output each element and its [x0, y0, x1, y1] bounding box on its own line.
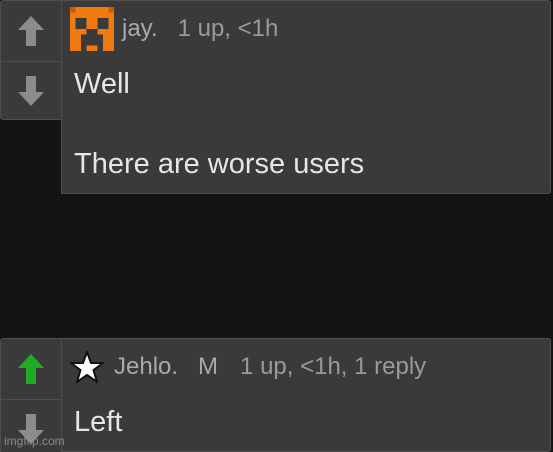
comment-meta: 1 up, <1h — [177, 15, 279, 42]
vote-column — [0, 0, 62, 120]
down-arrow-icon — [18, 76, 44, 106]
orange-creeper-avatar-icon[interactable] — [70, 7, 114, 51]
upvote-button[interactable] — [1, 2, 61, 60]
comment-body: jay. 1 up, <1h Well There are worse user… — [61, 0, 551, 194]
up-arrow-icon — [18, 354, 44, 384]
comment-text-line: There are worse users — [74, 148, 365, 180]
comment-header: jay. 1 up, <1h — [70, 7, 279, 51]
username-link[interactable]: jay. — [122, 15, 158, 43]
up-arrow-icon — [18, 16, 44, 46]
downvote-button[interactable] — [1, 61, 61, 120]
username-link[interactable]: Jehlo. — [114, 353, 178, 381]
comment-text-line: Well — [74, 68, 130, 100]
comment-thread: jay. 1 up, <1h Well There are worse user… — [0, 0, 553, 452]
comment-header: Jehlo. M 1 up, <1h, 1 reply — [70, 347, 426, 387]
comment-text-line: Left — [74, 406, 123, 438]
comment: Jehlo. M 1 up, <1h, 1 reply Left — [0, 338, 553, 452]
upvote-button[interactable] — [1, 340, 61, 398]
watermark: imgflip.com — [4, 434, 65, 448]
comment-body: Jehlo. M 1 up, <1h, 1 reply Left — [61, 338, 551, 452]
comment: jay. 1 up, <1h Well There are worse user… — [0, 0, 553, 194]
comment-meta: 1 up, <1h, 1 reply — [240, 353, 427, 380]
mod-badge: M — [198, 353, 219, 380]
star-icon[interactable] — [70, 350, 104, 384]
